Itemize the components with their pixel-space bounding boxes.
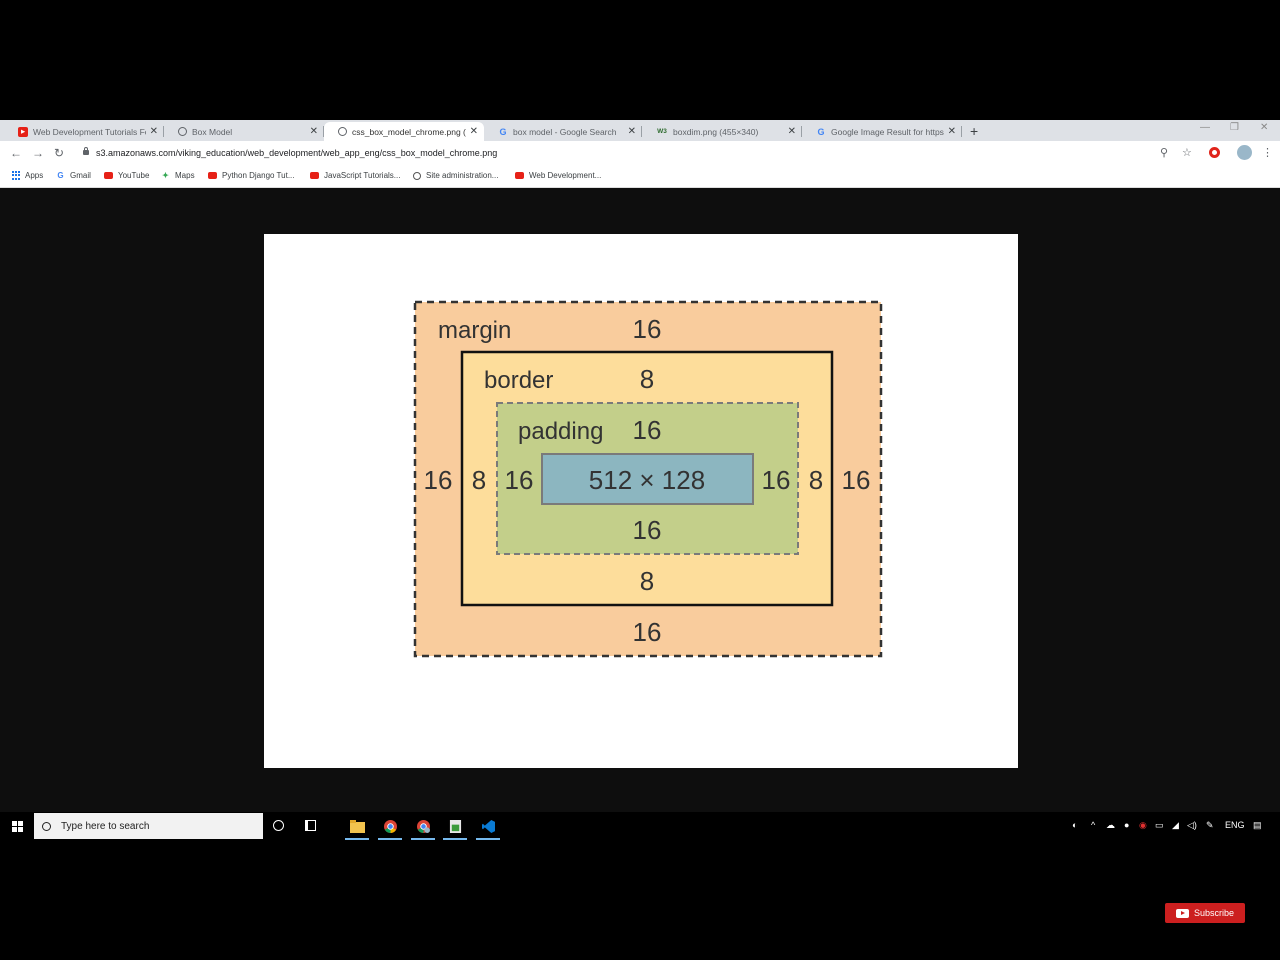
bookmarks-bar: Apps G Gmail YouTube ✦ Maps Python Djang… <box>0 166 1280 188</box>
border-right-value: 8 <box>809 465 823 495</box>
bookmark-javascript-tutorials[interactable]: JavaScript Tutorials... <box>310 171 400 180</box>
language-indicator[interactable]: ENG <box>1225 820 1245 830</box>
bookmark-gmail[interactable]: G Gmail <box>56 171 91 180</box>
chrome-icon[interactable] <box>378 816 402 840</box>
file-explorer-icon[interactable] <box>345 816 369 840</box>
content-size-value: 512 × 128 <box>589 465 705 495</box>
padding-label: padding <box>518 418 603 445</box>
address-bar[interactable]: s3.amazonaws.com/viking_education/web_de… <box>96 148 497 158</box>
notification-icon[interactable]: ▤ <box>1253 820 1262 831</box>
volume-icon[interactable]: ◁) <box>1187 820 1197 831</box>
close-icon[interactable]: ✕ <box>470 126 478 137</box>
bookmark-youtube[interactable]: YouTube <box>104 171 149 180</box>
zoom-icon[interactable]: ⚲ <box>1160 146 1168 159</box>
tab-css-box-model-png[interactable]: css_box_model_chrome.png (566×340) ✕ <box>324 122 484 141</box>
taskbar-search[interactable]: Type here to search <box>34 813 263 839</box>
margin-label: margin <box>438 317 511 344</box>
border-bottom-value: 8 <box>640 566 654 596</box>
lock-icon <box>83 147 89 155</box>
globe-icon <box>338 127 347 136</box>
tray-expand-icon[interactable]: ^ <box>1091 820 1095 830</box>
tab-box-model[interactable]: Box Model ✕ <box>164 122 324 141</box>
cortana-icon[interactable] <box>273 820 284 831</box>
restore-icon[interactable]: ❐ <box>1230 122 1239 133</box>
new-tab-button[interactable]: + <box>970 123 978 139</box>
close-icon[interactable]: ✕ <box>628 126 636 137</box>
forward-icon[interactable]: → <box>32 146 44 160</box>
opera-extension-icon[interactable] <box>1209 147 1220 158</box>
chrome-profile-icon[interactable] <box>411 816 435 840</box>
youtube-icon <box>104 172 113 179</box>
google-icon: G <box>57 171 64 180</box>
border-top-value: 8 <box>640 364 654 394</box>
help-icon[interactable]: ◐ <box>1072 820 1077 830</box>
task-view-icon[interactable] <box>305 820 316 831</box>
windows-start-icon[interactable] <box>12 821 23 832</box>
google-icon: G <box>499 126 507 137</box>
battery-icon[interactable]: ▭ <box>1155 820 1164 831</box>
bookmark-star-icon[interactable]: ☆ <box>1182 146 1192 159</box>
tab-strip: ▶ Web Development Tutorials For Beginner… <box>0 120 1280 141</box>
maps-icon: ✦ <box>162 171 169 180</box>
network-icon[interactable]: ◢ <box>1172 820 1179 831</box>
close-icon[interactable]: ✕ <box>150 126 158 137</box>
apps-grid-icon <box>11 171 20 180</box>
tab-google-image-result[interactable]: G Google Image Result for https:// ✕ <box>802 122 962 141</box>
box-model-image: margin 16 16 16 16 border 8 8 8 8 paddin… <box>264 234 1018 768</box>
youtube-icon: ▶ <box>18 126 28 137</box>
margin-right-value: 16 <box>842 465 871 495</box>
microphone-icon[interactable]: ● <box>1124 820 1129 830</box>
globe-icon <box>413 171 421 180</box>
taskbar: Type here to search ◐ ^ ☁ ● ◉ ▭ ◢ ◁) ✎ E… <box>0 812 1280 840</box>
browser-window: ▶ Web Development Tutorials For Beginner… <box>0 120 1280 812</box>
bookmark-python-django[interactable]: Python Django Tut... <box>208 171 295 180</box>
reload-icon[interactable]: ↻ <box>54 146 64 160</box>
padding-left-value: 16 <box>505 465 534 495</box>
youtube-icon <box>515 172 524 179</box>
back-icon[interactable]: ← <box>10 146 22 160</box>
youtube-icon <box>310 172 319 179</box>
page-content: margin 16 16 16 16 border 8 8 8 8 paddin… <box>0 188 1280 812</box>
close-icon[interactable]: ✕ <box>310 126 318 137</box>
cloud-icon[interactable]: ☁ <box>1106 820 1115 831</box>
image-viewer-icon[interactable] <box>443 816 467 840</box>
close-window-icon[interactable]: ✕ <box>1260 122 1268 133</box>
youtube-icon <box>208 172 217 179</box>
tab-web-dev-tutorials[interactable]: ▶ Web Development Tutorials For Beginner… <box>4 122 164 141</box>
box-model-diagram: margin 16 16 16 16 border 8 8 8 8 paddin… <box>413 300 883 658</box>
bookmark-maps[interactable]: ✦ Maps <box>161 171 194 180</box>
minimize-icon[interactable]: — <box>1200 122 1210 133</box>
tab-boxdim-png[interactable]: W3 boxdim.png (455×340) ✕ <box>642 122 802 141</box>
close-icon[interactable]: ✕ <box>788 126 796 137</box>
bookmark-apps[interactable]: Apps <box>11 171 43 180</box>
margin-top-value: 16 <box>633 314 662 344</box>
menu-kebab-icon[interactable]: ⋮ <box>1262 146 1273 159</box>
bookmark-site-administration[interactable]: Site administration... <box>413 171 498 180</box>
search-icon <box>42 821 51 831</box>
bookmark-web-development[interactable]: Web Development... <box>515 171 601 180</box>
w3schools-icon: W3 <box>657 128 667 135</box>
tab-box-model-search[interactable]: G box model - Google Search ✕ <box>484 122 642 141</box>
record-icon[interactable]: ◉ <box>1139 820 1147 831</box>
margin-bottom-value: 16 <box>633 617 662 647</box>
padding-bottom-value: 16 <box>633 515 662 545</box>
address-toolbar: ← → ↻ s3.amazonaws.com/viking_education/… <box>0 141 1280 166</box>
padding-top-value: 16 <box>633 415 662 445</box>
subscribe-button[interactable]: Subscribe <box>1165 903 1245 923</box>
vscode-icon[interactable] <box>476 816 500 840</box>
globe-icon <box>178 127 187 136</box>
pen-icon[interactable]: ✎ <box>1206 820 1214 831</box>
margin-left-value: 16 <box>424 465 453 495</box>
google-icon: G <box>817 126 825 137</box>
youtube-play-icon <box>1175 908 1189 918</box>
border-label: border <box>484 367 553 394</box>
avatar[interactable] <box>1237 145 1252 160</box>
padding-right-value: 16 <box>762 465 791 495</box>
border-left-value: 8 <box>472 465 486 495</box>
close-icon[interactable]: ✕ <box>948 126 956 137</box>
